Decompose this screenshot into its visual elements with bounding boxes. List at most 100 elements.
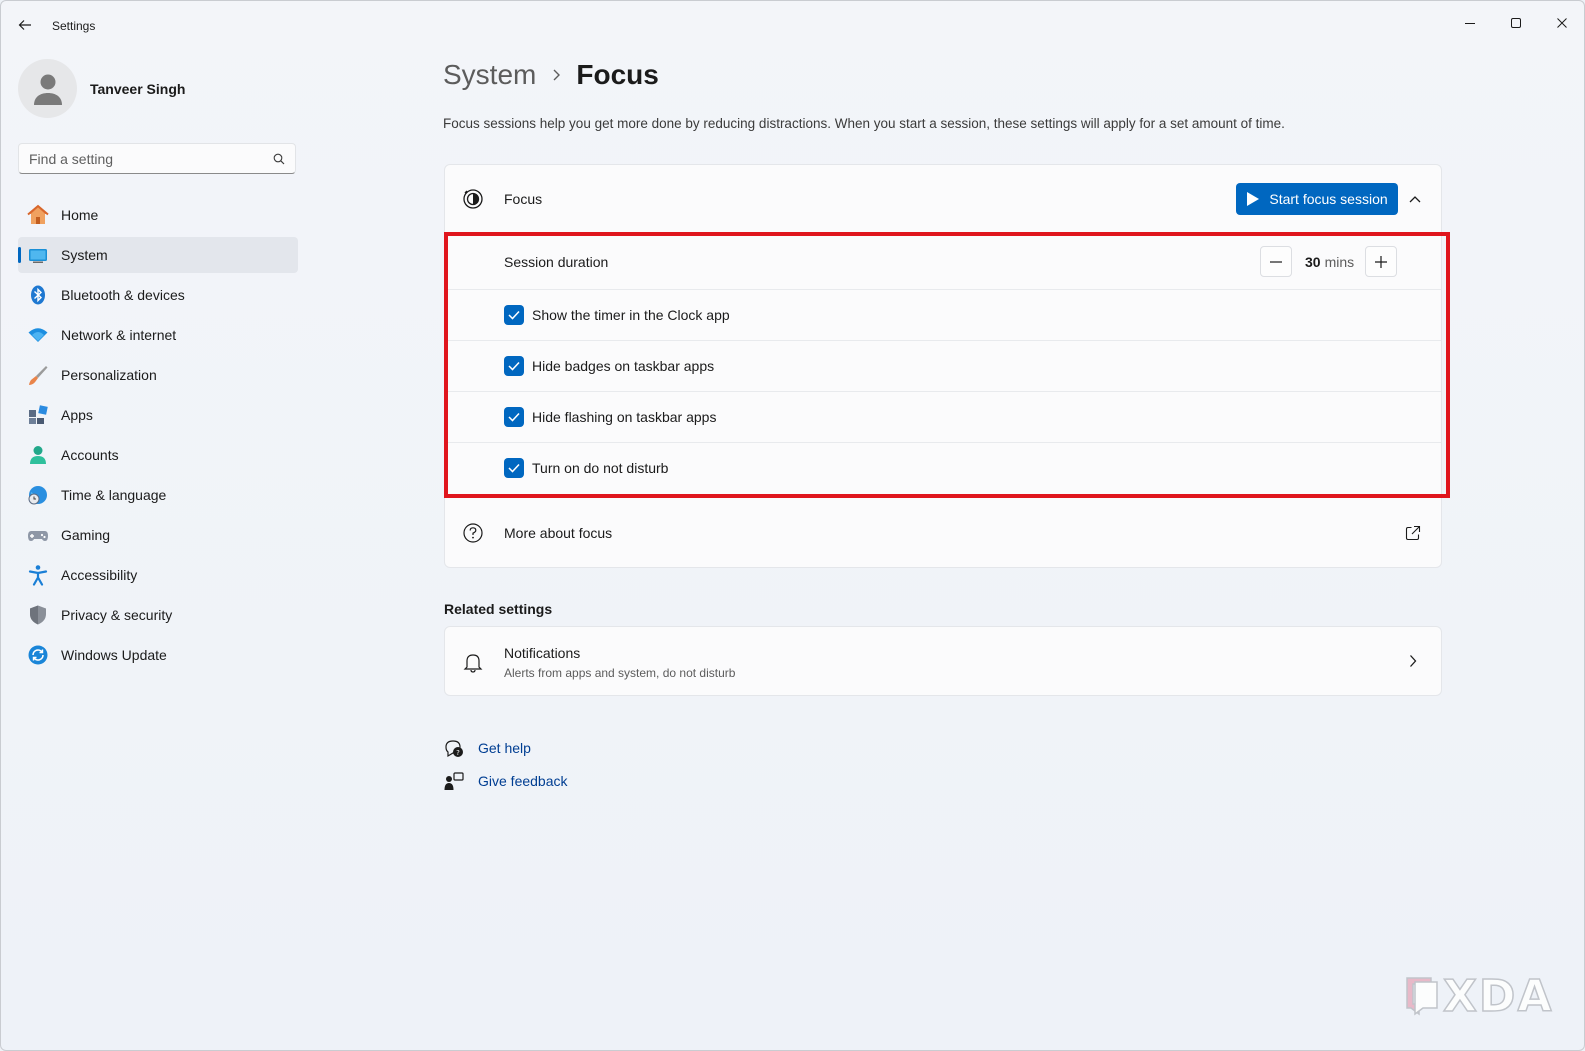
start-focus-session-label: Start focus session	[1269, 191, 1388, 207]
option-row: Show the timer in the Clock app	[445, 289, 1441, 340]
session-duration-unit: mins	[1324, 254, 1355, 270]
sidebar-item-windows-update[interactable]: Windows Update	[18, 637, 298, 673]
help-circle-icon	[462, 522, 484, 544]
hide-flashing-checkbox[interactable]	[504, 407, 524, 427]
sidebar-item-label: Privacy & security	[61, 607, 173, 623]
feedback-icon	[444, 771, 464, 791]
option-row: Hide flashing on taskbar apps	[445, 391, 1441, 442]
breadcrumb: System Focus	[443, 59, 659, 91]
sidebar-item-accounts[interactable]: Accounts	[18, 437, 298, 473]
close-button[interactable]	[1539, 7, 1584, 39]
increase-duration-button[interactable]	[1365, 246, 1397, 277]
give-feedback-link[interactable]: Give feedback	[444, 771, 568, 791]
settings-window: Settings Tanveer Singh Home	[0, 0, 1585, 1051]
maximize-button[interactable]	[1493, 7, 1539, 39]
option-label: Hide badges on taskbar apps	[532, 358, 715, 374]
svg-text:?: ?	[456, 749, 460, 757]
back-arrow-icon	[18, 20, 31, 30]
system-icon	[27, 244, 49, 266]
option-label: Hide flashing on taskbar apps	[532, 409, 717, 425]
notifications-subtitle: Alerts from apps and system, do not dist…	[504, 666, 736, 680]
close-icon	[1557, 18, 1567, 28]
apps-icon	[27, 404, 49, 426]
decrease-duration-button[interactable]	[1260, 246, 1292, 277]
timer-clock-checkbox[interactable]	[504, 305, 524, 325]
wifi-icon	[27, 324, 49, 346]
option-row: Hide badges on taskbar apps	[445, 340, 1441, 391]
sidebar-item-system[interactable]: System	[18, 237, 298, 273]
app-title: Settings	[52, 19, 96, 33]
accessibility-icon	[27, 564, 49, 586]
focus-card: Focus Start focus session Session durati…	[444, 164, 1442, 568]
sidebar-item-label: Gaming	[61, 527, 111, 543]
play-icon	[1246, 191, 1260, 207]
sidebar-item-gaming[interactable]: Gaming	[18, 517, 298, 553]
bell-icon	[462, 651, 484, 673]
checkmark-icon	[508, 463, 520, 473]
more-about-focus-row[interactable]: More about focus	[445, 495, 1441, 569]
notifications-title: Notifications	[504, 645, 581, 661]
minimize-icon	[1465, 23, 1475, 24]
sidebar-item-accessibility[interactable]: Accessibility	[18, 557, 298, 593]
start-focus-session-button[interactable]: Start focus session	[1236, 183, 1398, 215]
external-link-icon[interactable]	[1403, 523, 1423, 543]
more-about-focus-label: More about focus	[504, 525, 613, 541]
title-bar: Settings	[1, 1, 1584, 49]
focus-title: Focus	[504, 191, 543, 207]
sidebar-item-label: Windows Update	[61, 647, 167, 663]
related-settings-title: Related settings	[444, 601, 553, 617]
chevron-right-icon	[1403, 651, 1423, 671]
avatar	[18, 59, 77, 118]
focus-header-row: Focus Start focus session	[445, 165, 1441, 233]
search-input[interactable]	[29, 150, 273, 167]
sidebar-item-personalization[interactable]: Personalization	[18, 357, 298, 393]
watermark-text: XDA	[1442, 970, 1554, 1023]
user-profile[interactable]: Tanveer Singh	[18, 59, 185, 118]
accounts-icon	[27, 444, 49, 466]
home-icon	[27, 204, 49, 226]
xda-logo-icon	[1406, 976, 1438, 1015]
sidebar-item-label: Personalization	[61, 367, 157, 383]
sidebar-nav: Home System Bluetooth & devices Network …	[18, 197, 298, 677]
user-name: Tanveer Singh	[90, 80, 186, 97]
sidebar-item-label: System	[61, 247, 108, 263]
session-duration-value: 30 mins	[1305, 254, 1354, 270]
sidebar-item-home[interactable]: Home	[18, 197, 298, 233]
session-duration-row: Session duration 30 mins	[445, 233, 1441, 289]
person-icon	[33, 74, 62, 105]
give-feedback-label: Give feedback	[478, 773, 568, 789]
sidebar-item-label: Accounts	[61, 447, 119, 463]
globe-clock-icon	[27, 484, 49, 506]
get-help-label: Get help	[478, 740, 531, 756]
sidebar-item-privacy-security[interactable]: Privacy & security	[18, 597, 298, 633]
get-help-link[interactable]: ? Get help	[444, 738, 531, 758]
shield-icon	[27, 604, 49, 626]
do-not-disturb-checkbox[interactable]	[504, 458, 524, 478]
minimize-button[interactable]	[1447, 7, 1493, 39]
back-button[interactable]	[13, 13, 37, 37]
maximize-icon	[1511, 18, 1521, 28]
sidebar-item-network[interactable]: Network & internet	[18, 317, 298, 353]
sidebar-item-time-language[interactable]: Time & language	[18, 477, 298, 513]
sidebar-item-bluetooth[interactable]: Bluetooth & devices	[18, 277, 298, 313]
gamepad-icon	[27, 524, 49, 546]
checkmark-icon	[508, 412, 520, 422]
sidebar-item-apps[interactable]: Apps	[18, 397, 298, 433]
sidebar-item-label: Accessibility	[61, 567, 138, 583]
bluetooth-icon	[27, 284, 49, 306]
sidebar-item-label: Network & internet	[61, 327, 177, 343]
chevron-up-icon[interactable]	[1403, 187, 1427, 211]
sidebar-item-label: Time & language	[61, 487, 167, 503]
plus-icon	[1375, 255, 1387, 268]
option-row: Turn on do not disturb	[445, 442, 1441, 493]
minus-icon	[1270, 260, 1282, 263]
search-box	[18, 143, 296, 174]
notifications-card[interactable]: Notifications Alerts from apps and syste…	[444, 626, 1442, 696]
search-icon[interactable]	[273, 153, 285, 165]
page-title: Focus	[576, 59, 659, 90]
sidebar-item-label: Apps	[61, 407, 93, 423]
session-duration-number: 30	[1305, 254, 1321, 270]
breadcrumb-parent[interactable]: System	[443, 59, 536, 91]
hide-badges-checkbox[interactable]	[504, 356, 524, 376]
watermark-logo: XDA	[1401, 970, 1554, 1023]
